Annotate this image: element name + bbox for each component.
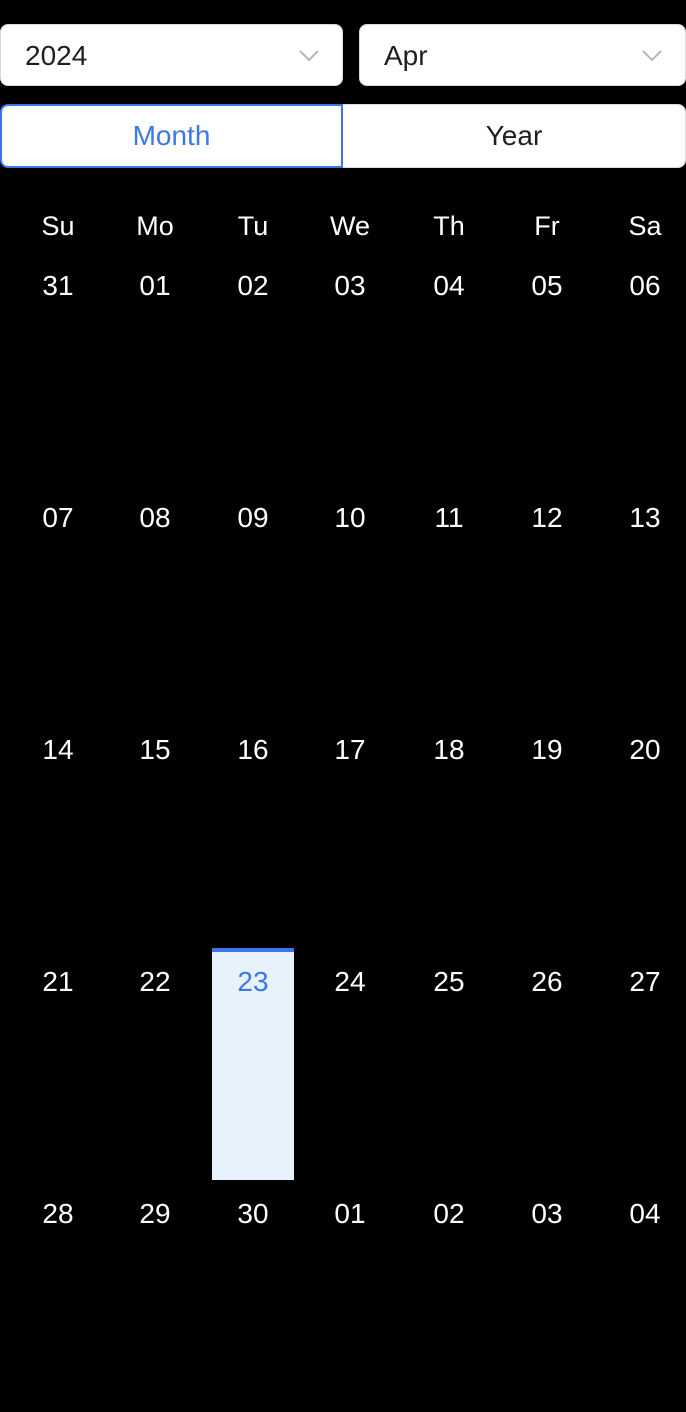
date-number: 29: [139, 1198, 171, 1229]
date-number: 14: [42, 734, 74, 765]
date-cell[interactable]: 04: [408, 252, 490, 484]
date-number: 31: [42, 270, 74, 301]
date-cell[interactable]: 26: [506, 948, 588, 1180]
date-number: 30: [237, 1198, 269, 1229]
date-number: 06: [629, 270, 661, 301]
date-number: 28: [42, 1198, 74, 1229]
date-cell[interactable]: 25: [408, 948, 490, 1180]
date-number: 13: [629, 502, 661, 533]
date-number: 20: [629, 734, 661, 765]
date-cell[interactable]: 16: [212, 716, 294, 948]
date-cell[interactable]: 21: [17, 948, 99, 1180]
date-cell[interactable]: 27: [604, 948, 686, 1180]
date-cell[interactable]: 03: [506, 1180, 588, 1412]
date-cell[interactable]: 19: [506, 716, 588, 948]
date-number: 03: [531, 1198, 563, 1229]
date-number: 09: [237, 502, 269, 533]
date-cell[interactable]: 17: [309, 716, 391, 948]
date-cell[interactable]: 12: [506, 484, 588, 716]
date-number: 03: [334, 270, 366, 301]
date-cell[interactable]: 20: [604, 716, 686, 948]
date-number: 22: [139, 966, 171, 997]
date-number: 04: [629, 1198, 661, 1229]
date-number: 10: [334, 502, 366, 533]
date-number: 12: [531, 502, 563, 533]
date-number: 07: [42, 502, 74, 533]
date-number: 21: [42, 966, 74, 997]
date-number: 25: [433, 966, 465, 997]
date-cell[interactable]: 28: [17, 1180, 99, 1412]
date-cell[interactable]: 31: [17, 252, 99, 484]
date-cell[interactable]: 01: [114, 252, 196, 484]
date-cell[interactable]: 03: [309, 252, 391, 484]
date-cell[interactable]: 24: [309, 948, 391, 1180]
date-number: 16: [237, 734, 269, 765]
date-cell[interactable]: 02: [408, 1180, 490, 1412]
date-cell[interactable]: 04: [604, 1180, 686, 1412]
date-cell-selected[interactable]: 23: [212, 948, 294, 1180]
date-number: 11: [434, 502, 464, 533]
date-number: 18: [433, 734, 465, 765]
date-number: 05: [531, 270, 563, 301]
date-cell[interactable]: 10: [309, 484, 391, 716]
date-number: 24: [334, 966, 366, 997]
date-number: 08: [139, 502, 171, 533]
date-cell[interactable]: 08: [114, 484, 196, 716]
calendar-grid: 31 01 02 03 04 05 06 07 08 09 10 11 12 13 14 15 16 17 18 19…: [0, 0, 686, 1229]
date-cell[interactable]: 14: [17, 716, 99, 948]
date-cell[interactable]: 11: [408, 484, 490, 716]
date-number: 04: [433, 270, 465, 301]
date-number: 23: [237, 966, 269, 997]
date-cell[interactable]: 13: [604, 484, 686, 716]
date-cell[interactable]: 02: [212, 252, 294, 484]
date-cell[interactable]: 09: [212, 484, 294, 716]
date-cell[interactable]: 01: [309, 1180, 391, 1412]
date-cell[interactable]: 06: [604, 252, 686, 484]
date-number: 02: [237, 270, 269, 301]
date-cell[interactable]: 30: [212, 1180, 294, 1412]
date-number: 17: [334, 734, 366, 765]
date-cell[interactable]: 18: [408, 716, 490, 948]
date-number: 01: [139, 270, 171, 301]
date-cell[interactable]: 29: [114, 1180, 196, 1412]
date-number: 15: [139, 734, 171, 765]
date-number: 01: [334, 1198, 366, 1229]
date-cell[interactable]: 22: [114, 948, 196, 1180]
date-number: 02: [433, 1198, 465, 1229]
date-number: 19: [531, 734, 563, 765]
date-cell[interactable]: 07: [17, 484, 99, 716]
date-number: 26: [531, 966, 563, 997]
date-cell[interactable]: 05: [506, 252, 588, 484]
date-number: 27: [629, 966, 661, 997]
date-cell[interactable]: 15: [114, 716, 196, 948]
